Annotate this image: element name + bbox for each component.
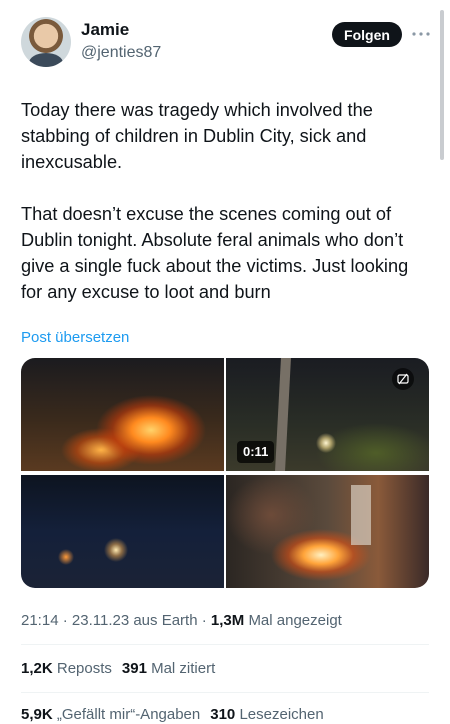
media-image[interactable] <box>21 358 224 471</box>
engagement-row: 1,2K Reposts 391 Mal zitiert <box>21 660 215 677</box>
media-grid: 0:11 <box>21 358 429 588</box>
views-count: 1,3M <box>210 612 245 629</box>
tweet-header: Jamie @jenties87 Folgen <box>0 0 450 80</box>
reposts-label: Reposts <box>56 660 112 677</box>
likes-link[interactable]: 5,9K „Gefällt mir“-Angaben <box>21 706 200 723</box>
tweet-paragraph: Today there was tragedy which involved t… <box>21 100 373 172</box>
reposts-link[interactable]: 1,2K Reposts <box>21 660 112 677</box>
divider <box>21 692 429 693</box>
engagement-row: 5,9K „Gefällt mir“-Angaben 310 Lesezeiche… <box>21 706 324 723</box>
media-settings-icon[interactable] <box>392 368 414 390</box>
media-settings-svg <box>397 373 409 385</box>
bookmarks-label: Lesezeichen <box>239 706 324 723</box>
quotes-label: Mal zitiert <box>151 660 216 677</box>
divider <box>21 644 429 645</box>
avatar[interactable] <box>21 17 71 67</box>
bookmarks-count: 310 <box>210 706 236 723</box>
bookmarks-link[interactable]: 310 Lesezeichen <box>210 706 323 723</box>
tweet-text: Today there was tragedy which involved t… <box>21 97 431 305</box>
media-image[interactable] <box>21 475 224 588</box>
tweet-time[interactable]: 21:14 <box>21 612 59 629</box>
reposts-count: 1,2K <box>21 660 53 677</box>
scrollbar[interactable] <box>440 10 444 160</box>
quotes-count: 391 <box>121 660 147 677</box>
ellipsis-icon[interactable] <box>410 26 432 42</box>
media-image[interactable] <box>226 475 429 588</box>
views-label: Mal angezeigt <box>248 612 342 629</box>
likes-label: „Gefällt mir“-Angaben <box>56 706 201 723</box>
ellipsis-svg <box>412 32 430 36</box>
video-duration: 0:11 <box>237 441 275 463</box>
quotes-link[interactable]: 391 Mal zitiert <box>122 660 215 677</box>
author-handle[interactable]: @jenties87 <box>81 44 161 62</box>
follow-button[interactable]: Folgen <box>332 22 402 47</box>
translate-link[interactable]: Post übersetzen <box>21 329 129 346</box>
tweet-paragraph: That doesn’t excuse the scenes coming ou… <box>21 204 409 302</box>
likes-count: 5,9K <box>21 706 53 723</box>
tweet-source: aus Earth <box>133 612 198 629</box>
tweet-meta: 21:14 · 23.11.23 aus Earth · 1,3M Mal an… <box>21 612 342 629</box>
author-name[interactable]: Jamie <box>81 20 129 40</box>
tweet-date[interactable]: 23.11.23 <box>72 612 129 629</box>
media-video[interactable]: 0:11 <box>226 358 429 471</box>
